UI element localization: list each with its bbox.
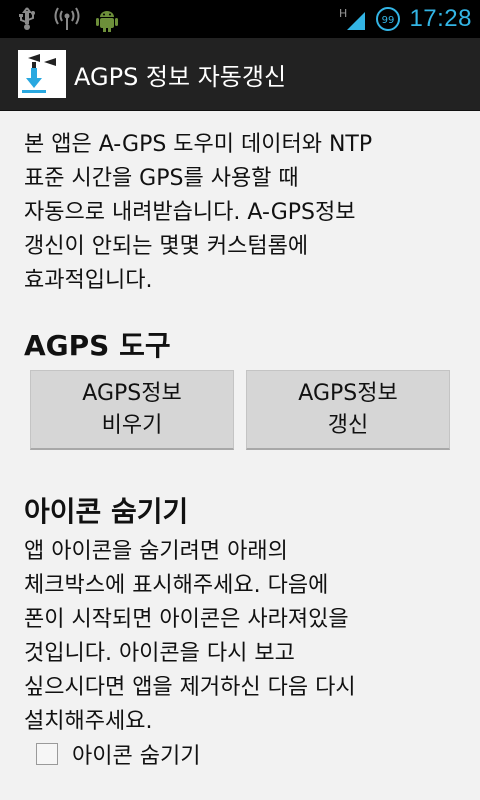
intro-line: 갱신이 안되는 몇몇 커스텀롬에: [24, 234, 309, 259]
hide-desc-line: 것입니다. 아이콘을 다시 보고: [24, 641, 295, 666]
action-bar: AGPS 정보 자동갱신: [0, 38, 480, 111]
satellite-download-icon: [18, 50, 66, 98]
intro-line: 효과적입니다.: [24, 268, 153, 293]
android-debug-icon: [96, 11, 118, 32]
notification-icons: [14, 6, 120, 32]
tools-button-row: AGPS정보 비우기 AGPS정보 갱신: [30, 370, 450, 450]
app-icon[interactable]: [18, 50, 66, 98]
network-type-label: H: [339, 7, 347, 20]
intro-line: 표준 시간을 GPS를 사용할 때: [24, 166, 299, 191]
hide-desc-line: 폰이 시작되면 아이콘은 사라져있을: [24, 607, 349, 632]
tools-heading: AGPS 도구: [24, 329, 171, 362]
hide-icon-checkbox[interactable]: [36, 743, 58, 765]
intro-line: 본 앱은 A-GPS 도우미 데이터와 NTP: [24, 132, 373, 157]
intro-line: 자동으로 내려받습니다. A-GPS정보: [24, 200, 356, 225]
hide-icon-checkbox-row[interactable]: 아이콘 숨기기: [36, 738, 200, 770]
system-icons: H 99 17:28: [337, 0, 472, 38]
status-bar: H 99 17:28: [0, 0, 480, 38]
hide-desc-line: 싶으시다면 앱을 제거하신 다음 다시: [24, 675, 356, 700]
intro-text: 본 앱은 A-GPS 도우미 데이터와 NTP 표준 시간을 GPS를 사용할 …: [24, 128, 464, 298]
cell-signal-icon: H: [339, 7, 366, 30]
hide-icon-description: 앱 아이콘을 숨기려면 아래의 체크박스에 표시해주세요. 다음에 폰이 시작되…: [24, 535, 464, 739]
intro-section: 본 앱은 A-GPS 도우미 데이터와 NTP 표준 시간을 GPS를 사용할 …: [24, 128, 464, 298]
usb-icon: [19, 7, 35, 30]
hide-desc-line: 설치해주세요.: [24, 709, 153, 734]
hide-desc-line: 앱 아이콘을 숨기려면 아래의: [24, 539, 288, 564]
clock: 17:28: [409, 5, 472, 32]
hide-icon-checkbox-label[interactable]: 아이콘 숨기기: [72, 738, 200, 770]
battery-icon: 99: [376, 7, 401, 31]
battery-level-label: 99: [382, 15, 395, 26]
update-agps-button[interactable]: AGPS정보 갱신: [246, 370, 450, 450]
clear-agps-button[interactable]: AGPS정보 비우기: [30, 370, 234, 450]
hide-desc-line: 체크박스에 표시해주세요. 다음에: [24, 573, 329, 598]
hide-icon-heading: 아이콘 숨기기: [24, 495, 189, 528]
app-title: AGPS 정보 자동갱신: [74, 62, 287, 91]
wifi-hotspot-icon: [54, 7, 80, 30]
